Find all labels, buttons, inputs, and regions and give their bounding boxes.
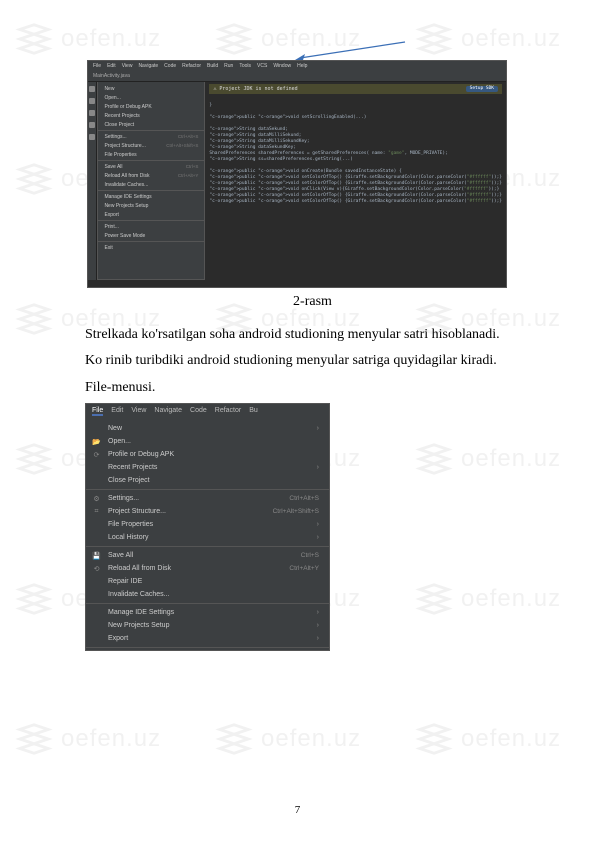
- arrow-annotation: [85, 40, 540, 60]
- ide-left-gutter: [88, 82, 97, 280]
- ide-screenshot-1: File Edit View Navigate Code Refactor Bu…: [87, 60, 507, 288]
- page-number: 7: [295, 804, 301, 816]
- menu-item: 📂Open...: [86, 435, 329, 448]
- menu-item: ⟳Profile or Debug APK: [86, 448, 329, 461]
- menu-item: Recent Projects›: [86, 461, 329, 474]
- body-text: Strelkada ko'rsatilgan soha android stud…: [85, 324, 540, 399]
- menu-item: Repair IDE: [86, 575, 329, 588]
- menu-item: 🖶Print...: [86, 650, 329, 651]
- ide-toolbar: MainActivity.java: [88, 71, 506, 82]
- menu-item: ⚙Settings...Ctrl+Alt+S: [86, 492, 329, 505]
- ide-editor-area: ⚠ Project JDK is not defined Setup SDK }…: [205, 82, 506, 280]
- ide-file-dropdown: New Open... Profile or Debug APK Recent …: [97, 82, 205, 280]
- menu-item: File Properties›: [86, 518, 329, 531]
- menu-item: Invalidate Caches...: [86, 588, 329, 601]
- menu-item: New›: [86, 422, 329, 435]
- menu-item: ⟲Reload All from DiskCtrl+Alt+Y: [86, 562, 329, 575]
- file-menu-tabs: File Edit View Navigate Code Refactor Bu: [86, 404, 329, 419]
- menu-item: 💾Save AllCtrl+S: [86, 549, 329, 562]
- menu-item: Close Project: [86, 474, 329, 487]
- ide-jdk-banner: ⚠ Project JDK is not defined Setup SDK: [209, 84, 502, 94]
- menu-item: ⌗Project Structure...Ctrl+Alt+Shift+S: [86, 505, 329, 518]
- menu-item: Local History›: [86, 531, 329, 544]
- file-menu-list: New›📂Open...⟳Profile or Debug APKRecent …: [86, 419, 329, 651]
- menu-item: Export›: [86, 632, 329, 645]
- menu-item: Manage IDE Settings›: [86, 606, 329, 619]
- menu-item: New Projects Setup›: [86, 619, 329, 632]
- ide-menubar: File Edit View Navigate Code Refactor Bu…: [88, 61, 506, 71]
- figure-caption: 2-rasm: [85, 294, 540, 310]
- file-menu-screenshot: File Edit View Navigate Code Refactor Bu…: [85, 403, 330, 651]
